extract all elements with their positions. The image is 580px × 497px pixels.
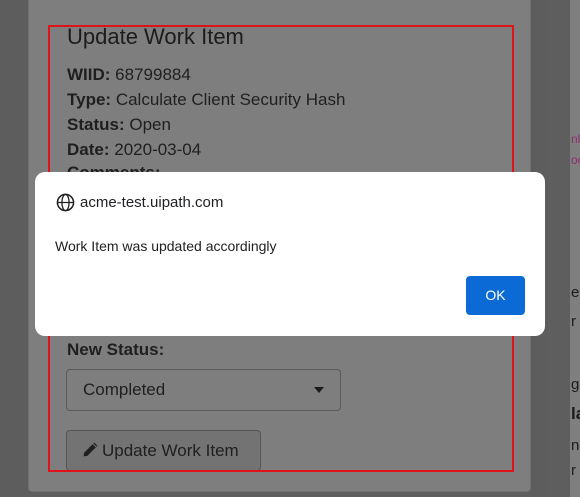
right-text-fragment: oc [571, 153, 580, 167]
globe-icon [56, 193, 75, 212]
right-text-fragment: la [571, 404, 580, 423]
alert-dialog: acme-test.uipath.com Work Item was updat… [35, 172, 545, 336]
dialog-origin: acme-test.uipath.com [80, 194, 224, 211]
browser-viewport: nl oc e r g la ne r Update Work Item WII… [0, 0, 580, 497]
right-text-fragment: g [571, 376, 580, 393]
right-text-fragment: nl [571, 132, 580, 146]
dialog-message: Work Item was updated accordingly [55, 238, 277, 254]
right-text-fragment: r [571, 462, 576, 479]
right-text-fragment: r [571, 313, 576, 330]
ok-button[interactable]: OK [466, 276, 525, 315]
background-page-right-edge: nl oc e r g la ne r [548, 0, 580, 497]
right-text-fragment: ne [571, 437, 580, 454]
right-text-fragment: e [571, 284, 580, 301]
page-gutter [548, 0, 570, 497]
